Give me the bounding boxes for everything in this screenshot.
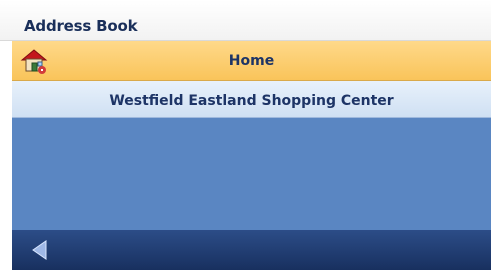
left-margin-bottom bbox=[0, 230, 12, 270]
list-item-destination[interactable]: Westfield Eastland Shopping Center bbox=[12, 81, 491, 118]
list-item-label: Westfield Eastland Shopping Center bbox=[109, 93, 394, 109]
list-empty-area bbox=[12, 118, 491, 230]
bottom-toolbar bbox=[12, 230, 491, 270]
address-book-screen: Address Book Home Westfield Eastland Sho… bbox=[0, 0, 491, 270]
title-bar: Address Book bbox=[0, 0, 491, 41]
page-title: Address Book bbox=[24, 17, 138, 35]
left-margin bbox=[0, 41, 12, 231]
list-item-label: Home bbox=[228, 53, 275, 69]
list-item-home[interactable]: Home bbox=[12, 41, 491, 81]
back-arrow-icon[interactable] bbox=[28, 238, 52, 262]
